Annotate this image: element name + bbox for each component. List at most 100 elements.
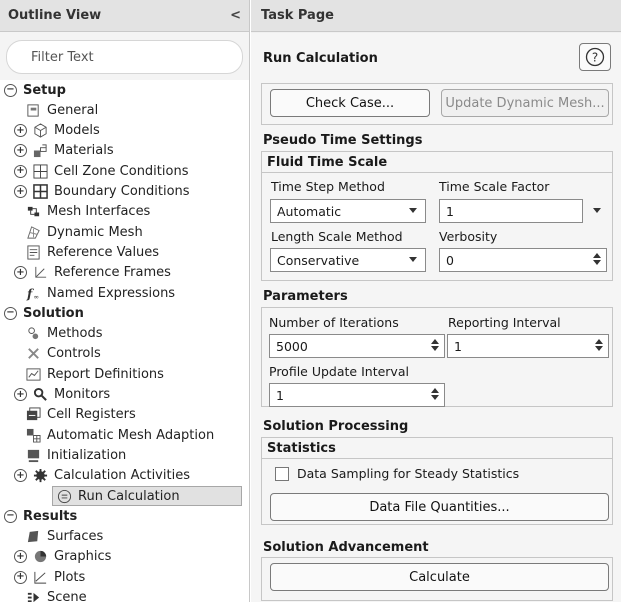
check-case-button[interactable]: Check Case... (270, 89, 430, 117)
number-of-iterations-spinner[interactable]: 5000 (269, 334, 445, 358)
outline-view-panel: Outline View < Filter Text − Setup General… (0, 0, 250, 602)
expand-icon[interactable]: + (14, 388, 27, 401)
tree-item-named-expressions[interactable]: f ∞ Named Expressions (26, 283, 175, 303)
spinner-arrows-icon[interactable] (595, 339, 603, 351)
statistics-divider (261, 458, 613, 459)
tree-item-label: Reference Values (47, 244, 160, 260)
materials-icon (33, 143, 48, 158)
number-of-iterations-label: Number of Iterations (269, 315, 399, 330)
tree-item-report-definitions[interactable]: Report Definitions (26, 364, 164, 384)
tree-item-label: Initialization (47, 447, 127, 463)
expand-icon[interactable]: + (14, 469, 27, 483)
expand-icon[interactable]: + (14, 164, 27, 178)
dynamic-mesh-icon (26, 225, 41, 240)
expand-icon[interactable]: + (14, 124, 27, 138)
tree-item-methods[interactable]: Methods (26, 324, 103, 344)
tree-item-scene[interactable]: Scene (26, 588, 87, 602)
expand-icon[interactable]: + (14, 570, 27, 584)
update-dynamic-mesh-button[interactable]: Update Dynamic Mesh... (441, 89, 609, 117)
tree-item-label: Plots (54, 569, 86, 585)
tree-item-calculation-activities[interactable]: + Calculation Activities (14, 466, 190, 486)
tree-item-automatic-mesh-adaption[interactable]: Automatic Mesh Adaption (26, 425, 214, 445)
verbosity-label: Verbosity (439, 229, 498, 244)
tree-item-plots[interactable]: + Plots (14, 567, 85, 587)
solution-processing-title: Solution Processing (263, 419, 409, 434)
help-icon: ? (585, 47, 605, 67)
tree-item-reference-values[interactable]: Reference Values (26, 242, 159, 262)
filter-text-input[interactable]: Filter Text (6, 40, 243, 74)
general-icon (26, 103, 41, 118)
tree-item-surfaces[interactable]: Surfaces (26, 527, 103, 547)
models-icon (33, 123, 48, 138)
tree-item-materials[interactable]: + Materials (14, 141, 114, 161)
tree-item-label: Monitors (54, 387, 111, 402)
task-page-title: Task Page (261, 8, 334, 23)
outline-view-title: Outline View (8, 8, 102, 23)
profile-update-interval-spinner[interactable]: 1 (269, 383, 445, 407)
tree-item-initialization[interactable]: Initialization (26, 445, 126, 465)
time-scale-factor-input[interactable]: 1 (439, 199, 583, 223)
help-glyph: ? (592, 51, 598, 65)
tree-item-setup[interactable]: − Setup (4, 80, 66, 100)
tree-item-cell-zone-conditions[interactable]: + Cell Zone Conditions (14, 161, 188, 181)
cell-registers-icon (26, 407, 41, 422)
data-file-quantities-button[interactable]: Data File Quantities... (270, 493, 609, 521)
verbosity-value: 0 (446, 252, 454, 268)
task-page-header: Task Page (251, 0, 621, 32)
expand-icon[interactable]: + (14, 550, 27, 564)
tree-item-dynamic-mesh[interactable]: Dynamic Mesh (26, 222, 143, 242)
expand-icon[interactable]: + (14, 266, 27, 280)
tree-item-label: Controls (47, 346, 101, 362)
length-scale-method-dropdown[interactable]: Conservative (270, 248, 426, 272)
solution-advancement-title: Solution Advancement (263, 540, 429, 555)
spinner-arrows-icon[interactable] (431, 388, 439, 400)
help-button[interactable]: ? (579, 43, 611, 71)
tree-item-results[interactable]: − Results (4, 506, 77, 526)
time-scale-factor-expression-dropdown-icon[interactable] (593, 208, 601, 213)
collapse-icon[interactable]: − (4, 83, 17, 97)
tree-item-boundary-conditions[interactable]: + Boundary Conditions (14, 182, 190, 202)
filter-container: Filter Text (0, 32, 249, 80)
surfaces-icon (26, 529, 41, 544)
function-icon: f ∞ (26, 286, 41, 301)
spinner-arrows-icon[interactable] (431, 339, 439, 351)
calculate-button[interactable]: Calculate (270, 563, 609, 591)
mesh-adaption-icon (26, 428, 41, 443)
collapse-panel-icon[interactable]: < (230, 8, 241, 23)
tree-item-general[interactable]: General (26, 100, 98, 120)
verbosity-spinner[interactable]: 0 (439, 248, 607, 272)
tree-item-solution[interactable]: − Solution (4, 303, 84, 323)
reference-values-icon (26, 245, 41, 260)
fluid-time-scale-divider (261, 172, 613, 173)
spinner-arrows-icon[interactable] (593, 253, 601, 265)
expand-icon[interactable]: + (14, 185, 27, 198)
reporting-interval-spinner[interactable]: 1 (447, 334, 609, 358)
expand-icon[interactable]: + (14, 144, 27, 158)
tree-item-reference-frames[interactable]: + Reference Frames (14, 263, 171, 283)
data-sampling-checkbox-row[interactable]: Data Sampling for Steady Statistics (275, 466, 519, 481)
tree-item-label: Methods (47, 326, 103, 342)
time-step-method-dropdown[interactable]: Automatic (270, 199, 426, 223)
profile-update-interval-label: Profile Update Interval (269, 364, 409, 379)
tree-item-label: Cell Zone Conditions (54, 163, 189, 179)
tree-item-label: Solution (23, 305, 84, 321)
tree-item-label: Report Definitions (47, 366, 164, 382)
tree-item-controls[interactable]: Controls (26, 344, 101, 364)
outline-tree: − Setup General + Models + Materials + Cell Zone… (0, 80, 249, 602)
tree-item-models[interactable]: + Models (14, 121, 100, 141)
tree-item-cell-registers[interactable]: Cell Registers (26, 405, 136, 425)
tree-item-label: Boundary Conditions (54, 184, 190, 199)
data-sampling-checkbox[interactable] (275, 466, 289, 481)
tree-item-run-calculation[interactable]: Run Calculation (52, 486, 242, 506)
tree-item-label: Automatic Mesh Adaption (47, 427, 215, 443)
tree-item-label: Cell Registers (47, 407, 136, 423)
tree-item-monitors[interactable]: + Monitors (14, 385, 110, 405)
run-calculation-icon (57, 489, 72, 504)
collapse-icon[interactable]: − (4, 306, 17, 320)
number-of-iterations-value: 5000 (276, 338, 308, 354)
report-definitions-icon (26, 367, 41, 382)
tree-item-mesh-interfaces[interactable]: Mesh Interfaces (26, 202, 150, 222)
collapse-icon[interactable]: − (4, 509, 17, 523)
tree-item-label: Surfaces (47, 529, 104, 545)
tree-item-graphics[interactable]: + Graphics (14, 547, 111, 567)
